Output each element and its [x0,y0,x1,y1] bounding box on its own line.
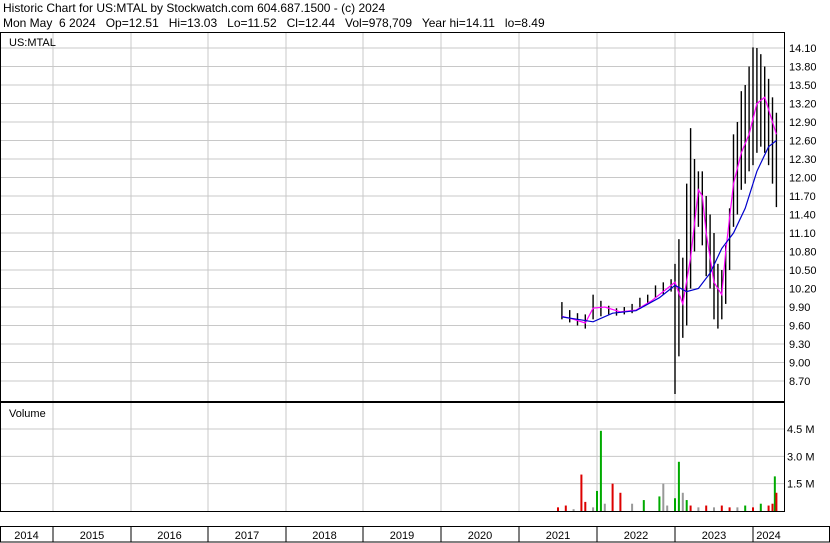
y-tick-label: 9.30 [789,339,810,351]
y-tick-label: 8.70 [789,376,810,388]
year-tick-label: 2015 [80,530,104,542]
y-tick-label: 11.70 [789,191,816,203]
volume-bar [580,474,583,511]
volume-bar [720,505,723,511]
y-tick-label: 12.30 [789,154,817,166]
y-tick-label: 9.90 [789,302,810,314]
volume-bar [662,483,665,511]
y-tick-label: 10.80 [789,247,817,259]
y-tick-label: 12.90 [789,117,817,129]
year-tick-label: 2014 [14,530,38,542]
volume-bar [572,509,575,511]
y-tick-label: 12.60 [789,136,817,148]
volume-bar [674,498,676,511]
volume-bar [744,505,747,511]
volume-bar [736,507,739,511]
year-tick-label: 2021 [546,530,570,542]
volume-bar [564,505,567,511]
volume-bar [631,503,634,511]
y-tick-label: 9.00 [789,358,810,370]
volume-panel-title: Volume [9,408,46,420]
y-tick-label: 12.00 [789,173,817,185]
volume-tick-label: 4.5 M [787,424,815,436]
y-tick-label: 10.20 [789,284,817,296]
moving-average-line [561,140,777,323]
volume-bar [603,503,606,511]
year-tick-label: 2017 [235,530,259,542]
y-tick-label: 13.20 [789,99,817,111]
y-tick-label: 11.10 [789,228,816,240]
volume-bar [689,505,692,511]
volume-bar [767,505,770,511]
volume-bar [596,490,598,511]
volume-bar [705,505,708,511]
volume-panel-frame [0,402,785,512]
price-panel-title: US:MTAL [9,37,56,49]
volume-bar [771,503,774,511]
volume-bar [619,492,622,511]
volume-tick-label: 3.0 M [787,451,815,463]
volume-bar [752,507,754,511]
volume-bar [611,483,614,511]
year-tick-label: 2023 [702,530,726,542]
stock-chart: 14.10 13.80 13.50 13.20 12.90 12.60 12.30 12.00… [0,32,830,543]
volume-bar [599,430,602,511]
y-tick-label: 11.40 [789,210,816,222]
volume-bar [666,505,669,511]
y-tick-label: 13.50 [789,80,817,92]
year-tick-label: 2018 [312,530,336,542]
year-tick-label: 2020 [468,530,492,542]
volume-bar [642,500,645,511]
volume-bar [681,492,684,511]
volume-tick-label: 1.5 M [787,479,815,491]
volume-bar [685,500,688,511]
volume-bar [759,503,762,511]
volume-bar [728,507,731,511]
volume-bar [713,507,715,511]
year-tick-label: 2019 [390,530,414,542]
y-tick-label: 14.10 [789,43,817,55]
year-tick-label: 2022 [624,530,648,542]
y-tick-label: 13.80 [789,62,817,74]
y-tick-label: 10.50 [789,265,817,277]
volume-bar [584,501,587,511]
volume-bar [775,492,778,511]
year-tick-label: 2016 [157,530,181,542]
volume-bar [658,496,661,511]
volume-bar [677,461,680,511]
price-panel-frame [0,32,785,402]
volume-bar [557,507,559,511]
year-tick-label: 2024 [756,530,780,542]
volume-bar [697,507,700,511]
y-tick-label: 9.60 [789,321,810,333]
volume-bar [592,507,595,511]
